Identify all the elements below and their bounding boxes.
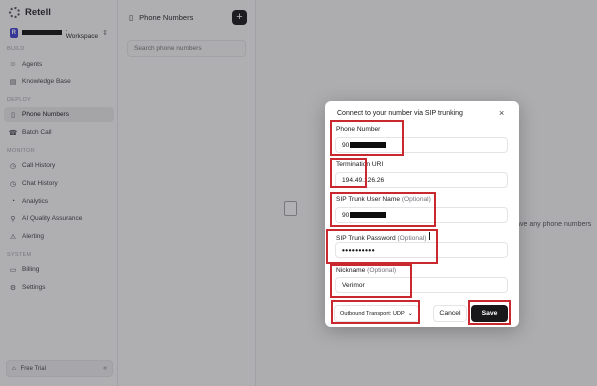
- sip-trunking-dialog: Connect to your number via SIP trunking …: [325, 101, 519, 327]
- nickname-value: Verimor: [342, 281, 365, 289]
- close-icon[interactable]: ×: [499, 108, 504, 118]
- phone-number-label: Phone Number: [336, 126, 381, 133]
- sip-password-value: ••••••••••: [342, 245, 376, 255]
- save-button[interactable]: Save: [471, 305, 508, 322]
- phone-number-value: 90: [342, 141, 350, 149]
- optional-tag: (Optional): [397, 235, 427, 242]
- nickname-label-text: Nickname: [336, 267, 366, 274]
- nickname-label: Nickname (Optional): [336, 267, 396, 274]
- optional-tag: (Optional): [401, 196, 431, 203]
- chevron-down-icon: ⌄: [407, 311, 413, 317]
- sip-password-label-text: SIP Trunk Password: [336, 235, 396, 242]
- termination-uri-label: Termination URI: [336, 161, 384, 168]
- sip-password-label: SIP Trunk Password (Optional): [336, 232, 431, 242]
- redacted-digits: [350, 212, 387, 218]
- nickname-field[interactable]: Verimor: [335, 277, 508, 293]
- outbound-transport-select[interactable]: Outbound Transport: UDP ⌄: [334, 305, 419, 322]
- sip-user-name-field[interactable]: 90: [335, 207, 508, 223]
- sip-user-name-value: 90: [342, 211, 350, 219]
- sip-password-field[interactable]: ••••••••••: [335, 242, 508, 258]
- phone-number-field[interactable]: 90: [335, 137, 508, 153]
- termination-uri-field[interactable]: 194.49.126.26: [335, 172, 508, 188]
- termination-uri-value: 194.49.126.26: [342, 176, 385, 184]
- sip-user-name-label: SIP Trunk User Name (Optional): [336, 196, 431, 203]
- sip-user-name-label-text: SIP Trunk User Name: [336, 196, 401, 203]
- redacted-digits: [350, 142, 387, 148]
- outbound-transport-value: Outbound Transport: UDP: [340, 310, 405, 317]
- text-cursor: [429, 232, 431, 240]
- cancel-button[interactable]: Cancel: [433, 305, 467, 322]
- optional-tag: (Optional): [367, 267, 397, 274]
- dialog-title: Connect to your number via SIP trunking: [337, 110, 463, 117]
